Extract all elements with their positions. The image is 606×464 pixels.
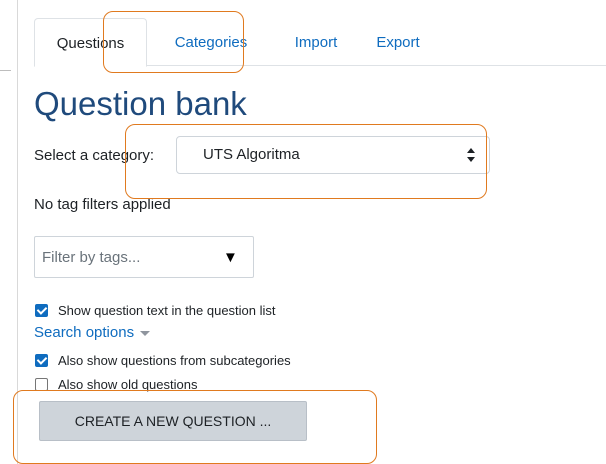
page: Questions Categories Import Export Quest… bbox=[0, 0, 606, 464]
tab-import[interactable]: Import bbox=[275, 18, 357, 67]
left-divider-tick bbox=[0, 70, 11, 71]
show-question-text-label: Show question text in the question list bbox=[58, 303, 276, 318]
tag-filter-placeholder: Filter by tags... bbox=[42, 249, 141, 266]
highlight-category-select bbox=[125, 124, 487, 199]
search-options-label: Search options bbox=[34, 324, 135, 341]
caret-down-icon bbox=[140, 330, 151, 336]
tab-export[interactable]: Export bbox=[357, 18, 439, 67]
subcategories-label: Also show questions from subcategories bbox=[58, 353, 291, 368]
page-title: Question bank bbox=[34, 85, 247, 122]
tag-filter-input[interactable]: Filter by tags... ▼ bbox=[34, 236, 254, 278]
highlight-categories-tab bbox=[103, 11, 244, 73]
show-question-text-checkbox[interactable] bbox=[35, 304, 48, 317]
triangle-down-icon[interactable]: ▼ bbox=[223, 249, 238, 267]
show-question-text-option[interactable]: Show question text in the question list bbox=[35, 303, 276, 319]
subcategories-option[interactable]: Also show questions from subcategories bbox=[35, 353, 291, 369]
search-options-link[interactable]: Search options bbox=[34, 323, 151, 343]
subcategories-checkbox[interactable] bbox=[35, 354, 48, 367]
highlight-create-button bbox=[13, 390, 377, 464]
